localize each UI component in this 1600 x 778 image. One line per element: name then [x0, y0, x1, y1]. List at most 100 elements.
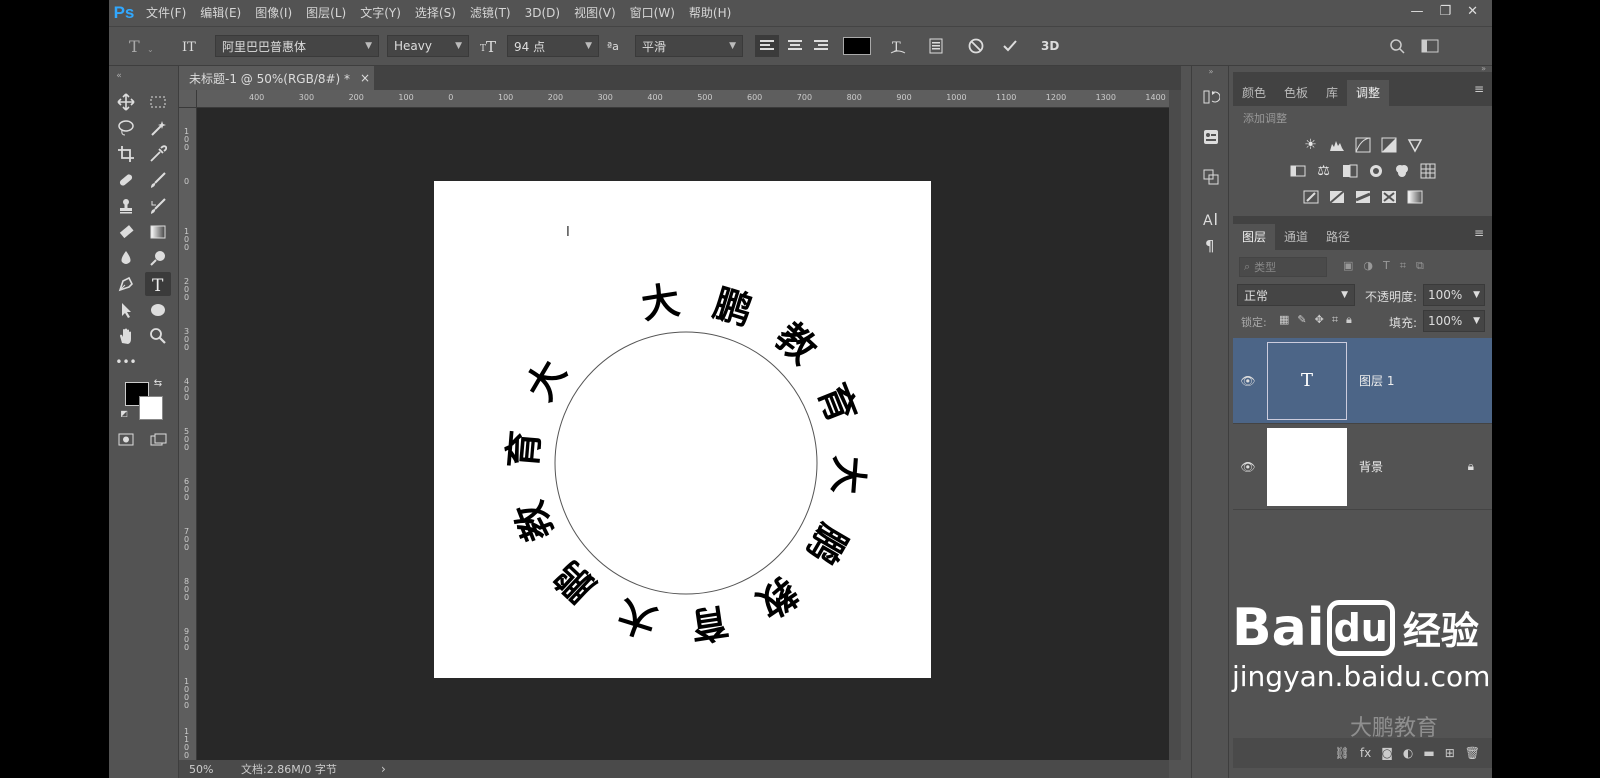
- lock-transparent-icon[interactable]: ▦: [1279, 313, 1289, 327]
- zoom-level[interactable]: 50%: [179, 763, 241, 776]
- cancel-edit-button[interactable]: [965, 35, 987, 57]
- menu-view[interactable]: 视图(V): [567, 0, 623, 26]
- tab-libraries[interactable]: 库: [1317, 80, 1347, 106]
- hue-saturation-icon[interactable]: [1289, 162, 1307, 180]
- curves-icon[interactable]: [1354, 136, 1372, 154]
- type-filter-icon[interactable]: T: [1383, 259, 1390, 273]
- pen-tool[interactable]: [113, 272, 139, 296]
- menu-select[interactable]: 选择(S): [408, 0, 463, 26]
- add-mask-icon[interactable]: ◙: [1381, 746, 1393, 760]
- quick-mask-button[interactable]: [113, 428, 139, 452]
- lock-all-icon[interactable]: 🔒︎: [1346, 313, 1352, 327]
- menu-edit[interactable]: 编辑(E): [193, 0, 248, 26]
- tab-adjustments[interactable]: 调整: [1347, 80, 1390, 106]
- commit-edit-button[interactable]: [999, 35, 1021, 57]
- shape-filter-icon[interactable]: ⌗: [1400, 259, 1406, 273]
- search-button[interactable]: [1387, 35, 1407, 57]
- channel-mixer-icon[interactable]: [1393, 162, 1411, 180]
- selective-color-icon[interactable]: [1380, 188, 1398, 206]
- close-tab-icon[interactable]: ×: [360, 71, 370, 85]
- crop-tool[interactable]: [113, 142, 139, 166]
- lock-artboard-icon[interactable]: ⌗: [1332, 313, 1338, 327]
- opacity-field[interactable]: 100% ▼: [1423, 284, 1485, 306]
- menu-3d[interactable]: 3D(D): [518, 0, 567, 26]
- document-canvas[interactable]: 大鹏教育大鹏教育大鹏教育大 I: [434, 181, 931, 678]
- align-right-button[interactable]: [809, 35, 833, 57]
- align-left-button[interactable]: [755, 35, 779, 57]
- paragraph-panel-button[interactable]: ¶: [1200, 234, 1222, 256]
- history-brush-tool[interactable]: [145, 194, 171, 218]
- history-panel-button[interactable]: [1200, 86, 1222, 108]
- create-3d-button[interactable]: 3D: [1041, 35, 1065, 57]
- font-family-select[interactable]: 阿里巴巴普惠体 ▼: [215, 35, 379, 57]
- threshold-icon[interactable]: [1354, 188, 1372, 206]
- color-balance-icon[interactable]: ⚖: [1315, 162, 1333, 180]
- invert-icon[interactable]: [1302, 188, 1320, 206]
- ruler-origin[interactable]: [179, 90, 197, 108]
- type-tool[interactable]: T: [145, 272, 171, 296]
- link-layers-icon[interactable]: ⛓: [1335, 746, 1350, 760]
- blur-tool[interactable]: [113, 246, 139, 270]
- vertical-scrollbar[interactable]: [1169, 90, 1181, 760]
- document-tab[interactable]: 未标题-1 @ 50%(RGB/8#) * ×: [179, 66, 374, 90]
- align-center-button[interactable]: [783, 35, 807, 57]
- smart-object-filter-icon[interactable]: ⧉: [1416, 259, 1424, 273]
- zoom-tool[interactable]: [145, 324, 171, 348]
- visibility-eye-icon[interactable]: 👁︎: [1233, 374, 1263, 388]
- menu-layer[interactable]: 图层(L): [299, 0, 353, 26]
- dodge-tool[interactable]: [145, 246, 171, 270]
- close-button[interactable]: ✕: [1467, 4, 1478, 19]
- background-color-swatch[interactable]: [139, 396, 163, 420]
- new-adjustment-icon[interactable]: ◐: [1403, 746, 1413, 760]
- text-orientation-button[interactable]: IT: [179, 35, 203, 57]
- antialias-select[interactable]: 平滑 ▼: [635, 35, 743, 57]
- eyedropper-tool[interactable]: [145, 142, 171, 166]
- pixel-filter-icon[interactable]: ▣: [1343, 259, 1353, 273]
- glyph-panel-button[interactable]: [1200, 166, 1222, 188]
- color-lookup-icon[interactable]: [1419, 162, 1437, 180]
- fx-icon[interactable]: fx: [1360, 746, 1371, 760]
- restore-button[interactable]: ❐: [1439, 4, 1451, 19]
- font-size-select[interactable]: 94 点 ▼: [507, 35, 599, 57]
- fill-field[interactable]: 100% ▼: [1423, 310, 1485, 332]
- lock-position-icon[interactable]: ✥: [1315, 313, 1324, 327]
- font-style-select[interactable]: Heavy ▼: [387, 35, 469, 57]
- clone-stamp-tool[interactable]: [113, 194, 139, 218]
- eraser-tool[interactable]: [113, 220, 139, 244]
- menu-window[interactable]: 窗口(W): [623, 0, 682, 26]
- menu-help[interactable]: 帮助(H): [682, 0, 738, 26]
- delete-layer-icon[interactable]: 🗑︎: [1465, 746, 1480, 760]
- brightness-icon[interactable]: ☀: [1302, 136, 1320, 154]
- ellipse-tool[interactable]: [145, 298, 171, 322]
- lasso-tool[interactable]: [113, 116, 139, 140]
- layer-name[interactable]: 背景: [1359, 458, 1468, 475]
- screen-mode-button[interactable]: [145, 428, 171, 452]
- posterize-icon[interactable]: [1328, 188, 1346, 206]
- menu-image[interactable]: 图像(I): [248, 0, 299, 26]
- levels-icon[interactable]: [1328, 136, 1346, 154]
- new-group-icon[interactable]: ▬: [1423, 746, 1434, 760]
- new-layer-icon[interactable]: ⊞: [1445, 746, 1455, 760]
- text-color-swatch[interactable]: [843, 37, 871, 55]
- menu-type[interactable]: 文字(Y): [353, 0, 408, 26]
- tool-preset-picker[interactable]: T ⌄: [123, 35, 163, 57]
- layers-menu-icon[interactable]: ≡: [1474, 226, 1484, 240]
- healing-brush-tool[interactable]: [113, 168, 139, 192]
- path-selection-tool[interactable]: [113, 298, 139, 322]
- blend-mode-select[interactable]: 正常 ▼: [1237, 284, 1355, 306]
- visibility-eye-icon[interactable]: 👁︎: [1233, 460, 1263, 474]
- lock-pixels-icon[interactable]: ✎: [1297, 313, 1306, 327]
- hand-tool[interactable]: [113, 324, 139, 348]
- adjustment-filter-icon[interactable]: ◑: [1363, 259, 1373, 273]
- tab-layers[interactable]: 图层: [1233, 224, 1276, 250]
- brush-tool[interactable]: [145, 168, 171, 192]
- swap-colors-icon[interactable]: ⇆: [151, 376, 165, 390]
- menu-file[interactable]: 文件(F): [139, 0, 193, 26]
- status-menu-arrow[interactable]: ›: [381, 762, 397, 776]
- exposure-icon[interactable]: [1380, 136, 1398, 154]
- workspace-button[interactable]: [1419, 35, 1441, 57]
- magic-wand-tool[interactable]: [145, 116, 171, 140]
- character-panel-button[interactable]: [925, 35, 947, 57]
- tab-color[interactable]: 颜色: [1233, 80, 1275, 106]
- collapse-dock-icon[interactable]: »: [1200, 64, 1222, 78]
